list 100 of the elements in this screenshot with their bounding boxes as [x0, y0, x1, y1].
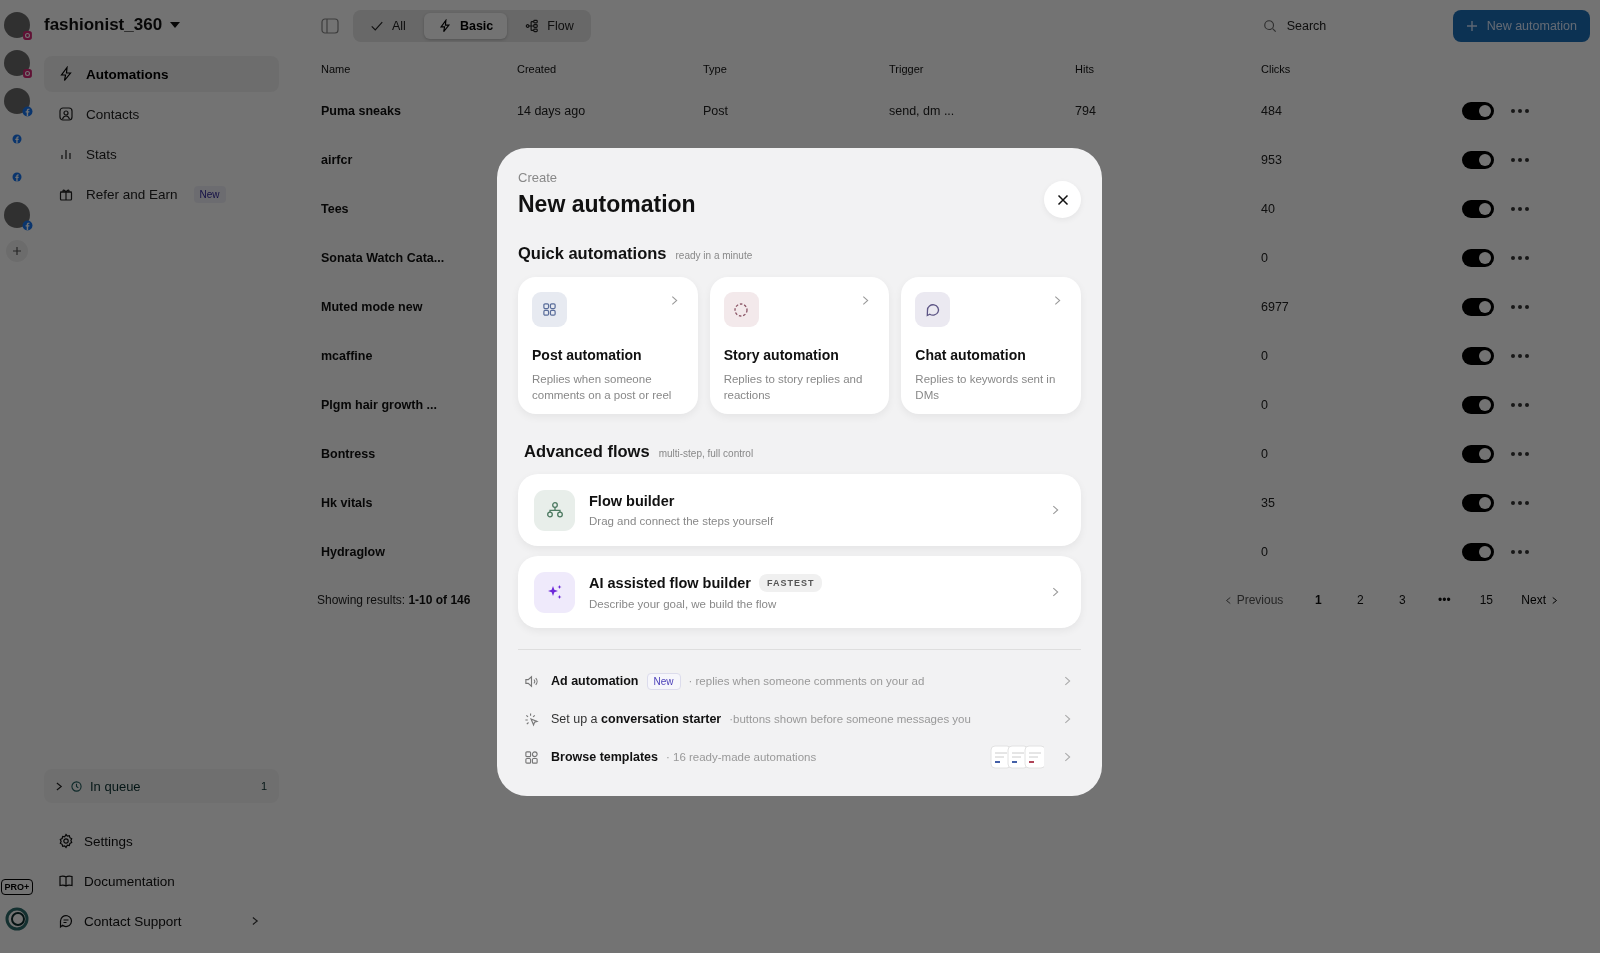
sidebar-link[interactable]: Settings	[58, 825, 279, 857]
flow-option-card[interactable]: AI assisted flow builder FASTEST Describe your goal, we build the flow	[518, 556, 1081, 628]
book-icon	[58, 873, 74, 889]
filter-tab[interactable]: Basic	[423, 13, 508, 39]
toggle-switch[interactable]	[1462, 150, 1494, 169]
page-button[interactable]: 2	[1341, 586, 1380, 614]
chevron-icon	[670, 295, 678, 306]
more-icon[interactable]	[1510, 401, 1530, 408]
table-cell: 35	[1261, 495, 1275, 510]
page-button[interactable]: 15	[1467, 586, 1506, 614]
flow-icon	[525, 19, 540, 33]
more-icon[interactable]	[1510, 499, 1530, 506]
queue-toggle[interactable]: In queue 1	[44, 769, 279, 803]
search-icon	[1262, 19, 1277, 33]
more-icon[interactable]	[1510, 548, 1530, 555]
option-link[interactable]: Ad automation New · replies when someone comments on your ad	[518, 662, 1081, 700]
table-cell: Puma sneaks	[321, 103, 401, 118]
sidebar-toggle-icon[interactable]	[321, 18, 339, 34]
chevron-icon	[252, 916, 259, 926]
table-cell: Hk vitals	[321, 495, 373, 510]
automation-card[interactable]: Chat automation Replies to keywords sent in DMs	[901, 277, 1081, 414]
chevron-icon	[1552, 595, 1558, 605]
more-icon[interactable]	[1510, 205, 1530, 212]
more-icon[interactable]	[1510, 156, 1530, 163]
chevron-icon	[1064, 751, 1071, 763]
card-description: Drag and connect the steps yourself	[589, 515, 775, 527]
card-title: Flow builder	[589, 493, 675, 509]
toggle-switch[interactable]	[1462, 101, 1494, 120]
toggle-switch[interactable]	[1462, 297, 1494, 316]
card-description: Describe your goal, we build the flow	[589, 598, 778, 610]
filter-tab[interactable]: All	[356, 13, 420, 39]
grid-icon	[532, 292, 567, 327]
modal-title: New automation	[518, 191, 696, 218]
card-title: Chat automation	[915, 347, 1026, 363]
sidebar-item[interactable]: Automations	[44, 56, 279, 92]
avatar[interactable]	[4, 202, 30, 228]
toggle-switch[interactable]	[1462, 542, 1494, 561]
card-description: Replies to story replies and reactions	[723, 372, 864, 403]
more-icon[interactable]	[1510, 254, 1530, 261]
section-hint: multi-step, full control	[658, 448, 754, 459]
table-cell: 794	[1075, 103, 1096, 118]
page-button[interactable]: 3	[1383, 586, 1422, 614]
plus-icon	[1465, 20, 1478, 32]
gear-icon	[58, 833, 74, 849]
toggle-switch[interactable]	[1462, 395, 1494, 414]
column-header: Created	[517, 63, 558, 75]
chevron-icon	[862, 295, 870, 306]
sidebar-item[interactable]: Contacts	[44, 96, 279, 132]
automation-card[interactable]: Post automation Replies when someone comments on a post or reel	[518, 277, 698, 414]
table-cell: 0	[1261, 544, 1268, 559]
avatar[interactable]	[4, 88, 30, 114]
workspace-switcher[interactable]: fashionist_360	[44, 0, 181, 50]
speaker-icon	[524, 673, 539, 689]
search-field[interactable]: Search	[1284, 18, 1419, 34]
automation-card[interactable]: Story automation Replies to story replies and reactions	[709, 277, 890, 414]
gift-icon	[58, 186, 74, 202]
column-header: Hits	[1075, 63, 1095, 75]
bolt-icon	[58, 66, 74, 82]
avatar[interactable]	[4, 50, 30, 76]
more-icon[interactable]	[1510, 352, 1530, 359]
table-cell: 0	[1261, 397, 1268, 412]
more-icon[interactable]	[1510, 107, 1530, 114]
sidebar-link[interactable]: Documentation	[58, 865, 279, 897]
template-preview-drawing	[990, 745, 1044, 769]
toggle-switch[interactable]	[1462, 444, 1494, 463]
chat-bubble-icon	[915, 292, 951, 327]
toggle-switch[interactable]	[1462, 248, 1494, 267]
avatar[interactable]	[4, 12, 30, 38]
page-button[interactable]: •••	[1425, 586, 1464, 614]
next-button[interactable]: Next	[1509, 593, 1570, 607]
add-account-icon[interactable]	[6, 240, 28, 262]
flow-option-card[interactable]: Flow builder Drag and connect the steps yourself	[518, 474, 1081, 546]
chevron-icon	[1052, 504, 1059, 516]
toggle-switch[interactable]	[1462, 346, 1494, 365]
page-button[interactable]: 1	[1299, 586, 1338, 614]
table-cell: Tees	[321, 201, 349, 216]
table-cell: airfcr	[321, 152, 353, 167]
table-cell: Plgm hair growth ...	[321, 397, 437, 412]
more-icon[interactable]	[1510, 303, 1530, 310]
chevron-icon	[1052, 586, 1059, 598]
option-link[interactable]: Browse templates · 16 ready-made automations	[518, 738, 1081, 776]
new-automation-button[interactable]: New automation	[1452, 10, 1590, 42]
option-hint: · 16 ready-made automations	[666, 751, 817, 763]
column-header: Name	[321, 63, 352, 75]
close-button[interactable]	[1044, 181, 1081, 218]
toggle-switch[interactable]	[1462, 199, 1494, 218]
new-badge: New	[646, 672, 681, 690]
option-label: Ad automation	[551, 674, 639, 688]
sidebar-item[interactable]: Refer and Earn New	[44, 176, 279, 212]
ring-logo-icon[interactable]	[5, 907, 29, 931]
table-cell: Hydraglow	[321, 544, 385, 559]
option-link[interactable]: Set up a conversation starter ·buttons shown before someone messages you	[518, 700, 1081, 738]
section-title: Quick automations	[518, 244, 667, 263]
toggle-switch[interactable]	[1462, 493, 1494, 512]
sidebar-link[interactable]: Contact Support	[58, 905, 279, 937]
more-icon[interactable]	[1510, 450, 1530, 457]
card-title: AI assisted flow builder	[589, 575, 751, 591]
card-description: Replies when someone comments on a post or reel	[532, 372, 673, 403]
sidebar-item[interactable]: Stats	[44, 136, 279, 172]
filter-tab[interactable]: Flow	[511, 13, 588, 39]
